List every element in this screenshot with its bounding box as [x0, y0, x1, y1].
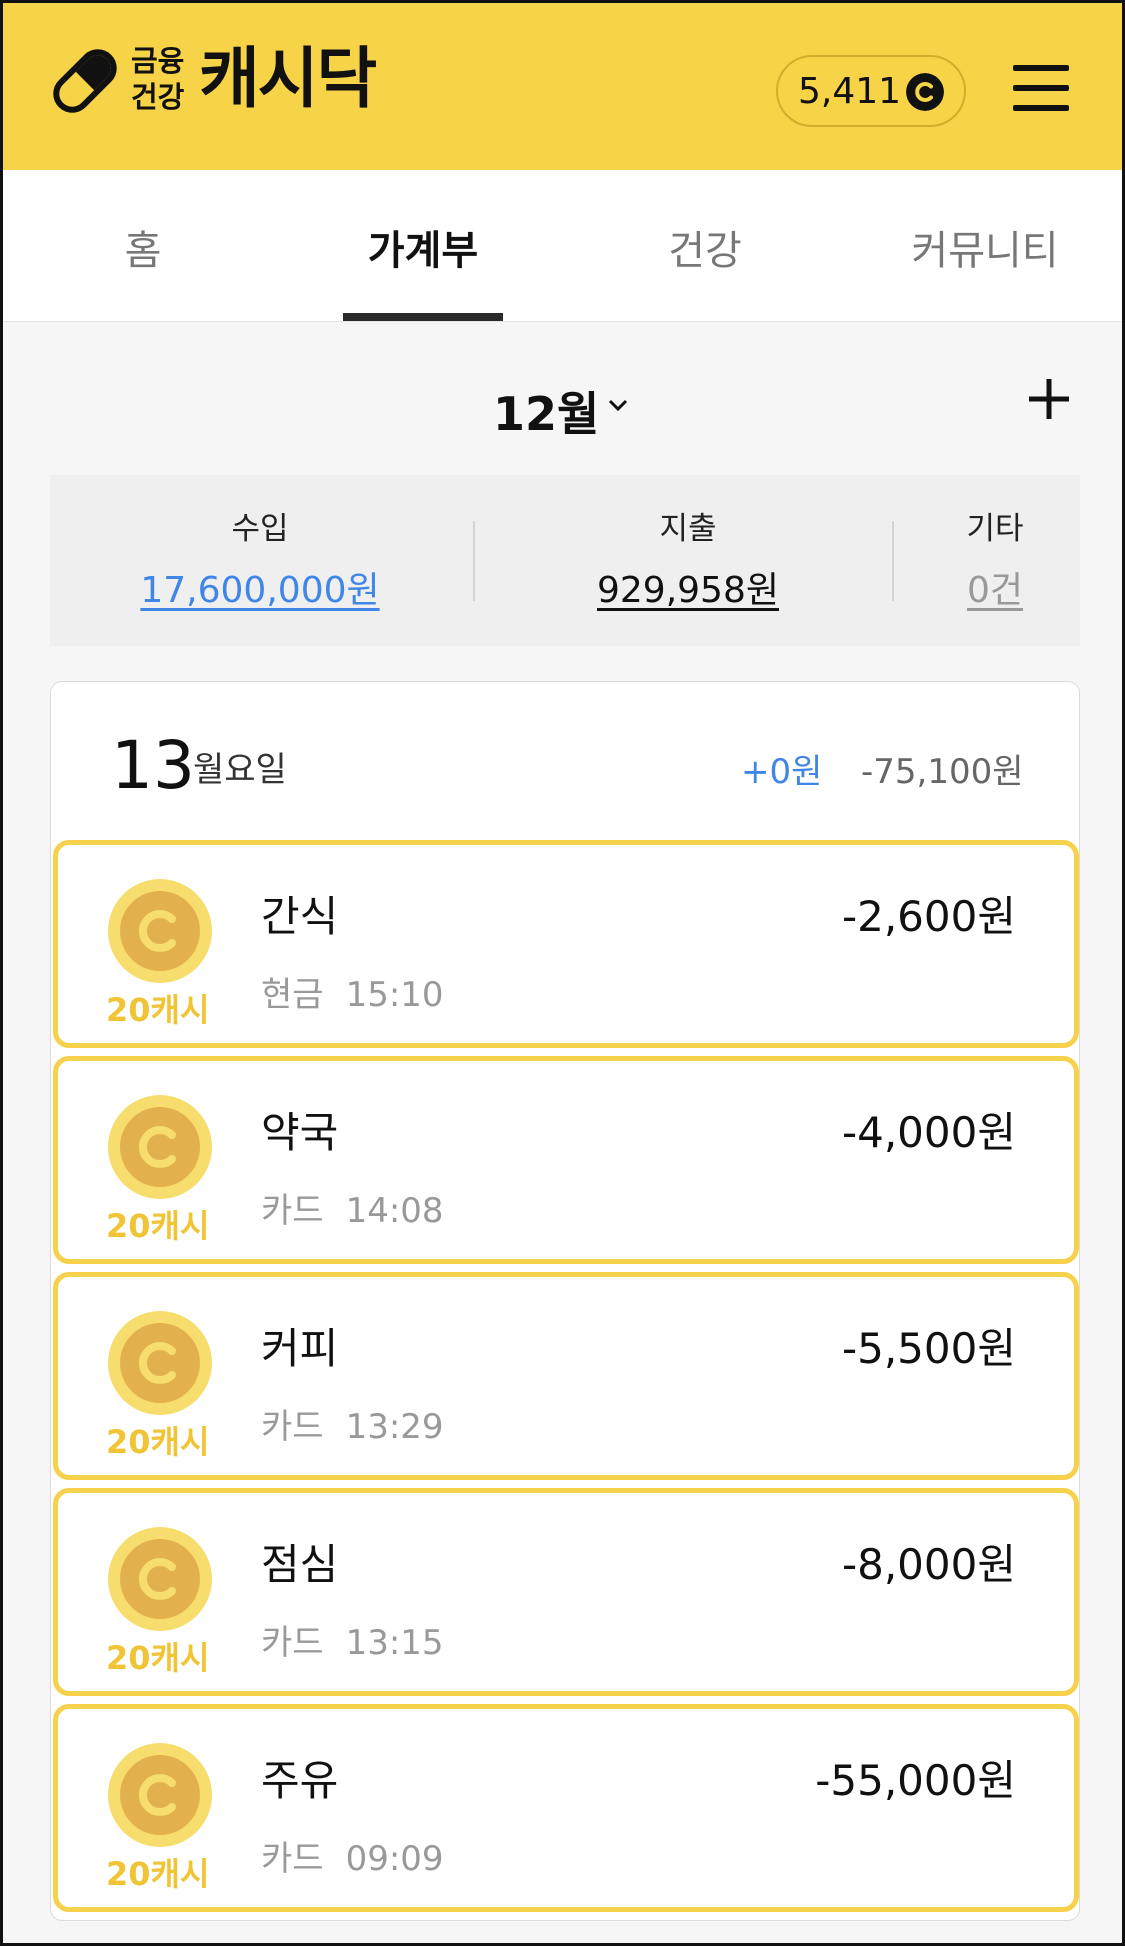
summary-divider — [473, 521, 475, 601]
transaction-time: 14:08 — [345, 1191, 444, 1231]
transaction-meta: 카드 14:08 — [261, 1183, 444, 1232]
tab-home[interactable]: 홈 — [43, 218, 243, 276]
cash-reward-coin-icon[interactable] — [108, 1743, 212, 1847]
payment-method: 현금 — [261, 975, 324, 1015]
day-date: 13 — [111, 727, 195, 804]
payment-method: 카드 — [261, 1839, 324, 1879]
reward-label: 20캐시 — [106, 1639, 210, 1677]
tab-community[interactable]: 커뮤니티 — [885, 218, 1085, 276]
brand-logo-text: 캐시닥 — [199, 40, 377, 117]
expense-label: 지출 — [659, 511, 717, 547]
transaction-time: 13:15 — [345, 1623, 444, 1663]
transaction-title: 커피 — [261, 1324, 339, 1373]
tab-health[interactable]: 건강 — [605, 218, 805, 276]
other-count-link[interactable]: 0건 — [920, 561, 1070, 613]
transaction-row[interactable]: 20캐시 커피 카드 13:29 -5,500원 — [53, 1272, 1079, 1480]
transaction-meta: 카드 09:09 — [261, 1831, 444, 1880]
points-value: 5,411 — [798, 70, 902, 112]
transaction-meta: 현금 15:10 — [261, 967, 444, 1016]
transaction-row[interactable]: 20캐시 약국 카드 14:08 -4,000원 — [53, 1056, 1079, 1264]
payment-method: 카드 — [261, 1191, 324, 1231]
month-selector[interactable]: 12월 — [493, 378, 599, 444]
tab-ledger[interactable]: 가계부 — [323, 218, 523, 276]
transaction-amount: -55,000원 — [815, 1756, 1016, 1805]
other-summary: 기타 0건 — [920, 475, 1070, 646]
transaction-title: 점심 — [261, 1540, 339, 1589]
expense-summary: 지출 929,958원 — [498, 475, 878, 646]
day-group-card: 13 월요일 +0원 -75,100원 20캐시 간식 현금 15:10 -2,6… — [50, 681, 1080, 1921]
app-frame: 금융 건강 캐시닥 5,411 홈 가계부 건강 커뮤니티 12월 수입 17,… — [0, 0, 1125, 1946]
logo-subtitle: 금융 건강 — [131, 44, 185, 114]
reward-label: 20캐시 — [106, 991, 210, 1029]
active-tab-indicator — [343, 313, 503, 321]
reward-label: 20캐시 — [106, 1855, 210, 1893]
transaction-row[interactable]: 20캐시 주유 카드 09:09 -55,000원 — [53, 1704, 1079, 1912]
transaction-time: 09:09 — [345, 1839, 444, 1879]
transaction-amount: -5,500원 — [841, 1324, 1016, 1373]
reward-label: 20캐시 — [106, 1207, 210, 1245]
transaction-amount: -8,000원 — [841, 1540, 1016, 1589]
cash-reward-coin-icon[interactable] — [108, 879, 212, 983]
transaction-title: 약국 — [261, 1108, 339, 1157]
transaction-row[interactable]: 20캐시 점심 카드 13:15 -8,000원 — [53, 1488, 1079, 1696]
transaction-title: 주유 — [261, 1756, 339, 1805]
income-label: 수입 — [231, 511, 289, 547]
other-label: 기타 — [966, 511, 1024, 547]
transaction-meta: 카드 13:15 — [261, 1615, 444, 1664]
pill-logo-icon — [53, 49, 117, 113]
day-weekday: 월요일 — [193, 750, 287, 790]
hamburger-menu-icon[interactable] — [1013, 65, 1069, 113]
summary-divider — [892, 521, 894, 601]
transaction-title: 간식 — [261, 892, 339, 941]
cash-points-badge[interactable]: 5,411 — [776, 55, 966, 127]
transaction-row[interactable]: 20캐시 간식 현금 15:10 -2,600원 — [53, 840, 1079, 1048]
income-total-link[interactable]: 17,600,000원 — [70, 561, 450, 613]
day-income-total: +0원 — [741, 752, 823, 792]
app-header: 금융 건강 캐시닥 5,411 — [3, 3, 1122, 170]
transaction-amount: -2,600원 — [841, 892, 1016, 941]
transaction-amount: -4,000원 — [841, 1108, 1016, 1157]
cash-reward-coin-icon[interactable] — [108, 1527, 212, 1631]
payment-method: 카드 — [261, 1623, 324, 1663]
add-entry-plus-icon[interactable] — [1027, 377, 1071, 421]
transaction-time: 13:29 — [345, 1407, 444, 1447]
transaction-meta: 카드 13:29 — [261, 1399, 444, 1448]
monthly-summary: 수입 17,600,000원 지출 929,958원 기타 0건 — [50, 475, 1080, 646]
reward-label: 20캐시 — [106, 1423, 210, 1461]
cash-reward-coin-icon[interactable] — [108, 1095, 212, 1199]
expense-total-link[interactable]: 929,958원 — [498, 561, 878, 613]
chevron-down-icon[interactable] — [607, 398, 629, 412]
cash-reward-coin-icon[interactable] — [108, 1311, 212, 1415]
income-summary: 수입 17,600,000원 — [70, 475, 450, 646]
day-expense-total: -75,100원 — [861, 752, 1024, 792]
transaction-time: 15:10 — [345, 975, 444, 1015]
payment-method: 카드 — [261, 1407, 324, 1447]
main-tab-bar: 홈 가계부 건강 커뮤니티 — [3, 170, 1122, 322]
cash-coin-icon — [906, 73, 944, 111]
